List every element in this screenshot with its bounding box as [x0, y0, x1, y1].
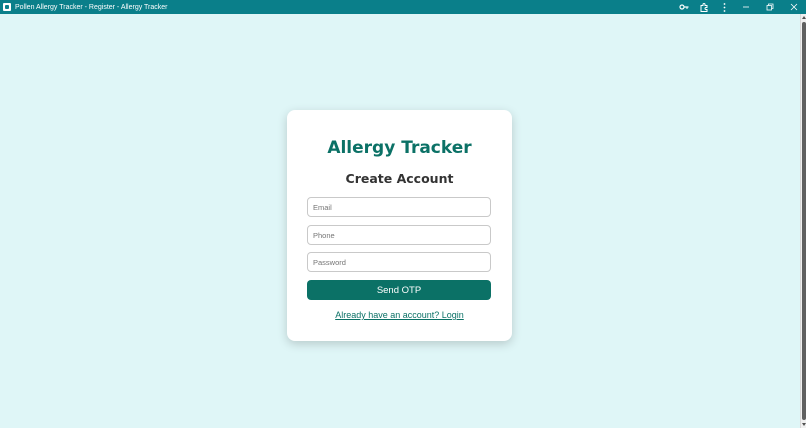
scroll-up-icon[interactable]	[802, 16, 806, 19]
vertical-scrollbar[interactable]	[800, 14, 806, 428]
phone-field[interactable]	[307, 225, 491, 245]
titlebar-controls	[674, 0, 806, 14]
brand-title: Allergy Tracker	[327, 138, 472, 158]
register-card: Allergy Tracker Create Account Send OTP …	[287, 110, 512, 341]
extension-icon[interactable]	[694, 0, 714, 14]
scroll-thumb[interactable]	[802, 22, 806, 420]
more-vert-icon[interactable]	[714, 0, 734, 14]
close-button[interactable]	[782, 0, 806, 14]
restore-button[interactable]	[758, 0, 782, 14]
scroll-down-icon[interactable]	[802, 423, 806, 426]
window-title: Pollen Allergy Tracker - Register - Alle…	[15, 3, 168, 11]
email-field[interactable]	[307, 197, 491, 217]
send-otp-button[interactable]: Send OTP	[307, 280, 491, 300]
password-field[interactable]	[307, 252, 491, 272]
page-title: Create Account	[345, 171, 454, 186]
key-icon[interactable]	[674, 0, 694, 14]
login-link[interactable]: Already have an account? Login	[287, 310, 512, 320]
minimize-button[interactable]	[734, 0, 758, 14]
window-titlebar: Pollen Allergy Tracker - Register - Alle…	[0, 0, 806, 14]
app-icon	[3, 3, 11, 11]
